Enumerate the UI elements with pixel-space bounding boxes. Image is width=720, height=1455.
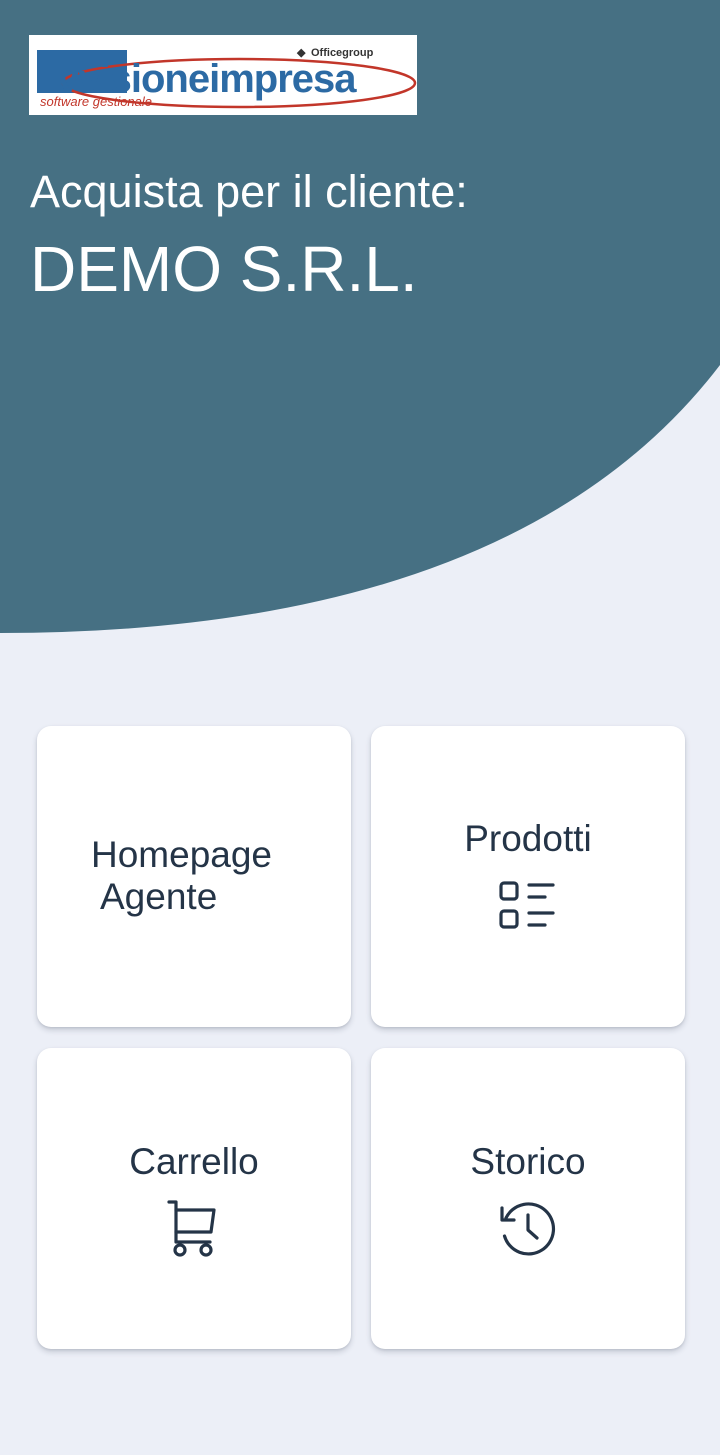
- cart-label: Carrello: [129, 1141, 259, 1182]
- products-label: Prodotti: [464, 818, 592, 859]
- homepage-label-line2: Agente: [100, 876, 218, 917]
- history-icon: [498, 1200, 558, 1260]
- app-screen: ◆ Officegroup vvisioneimpresa software g…: [0, 0, 720, 1455]
- homepage-agent-label: Homepage Agente: [91, 834, 272, 918]
- homepage-label-line1: Homepage: [91, 834, 273, 875]
- history-label: Storico: [470, 1141, 586, 1182]
- history-tile[interactable]: Storico: [371, 1048, 685, 1349]
- customer-name: DEMO S.R.L.: [30, 233, 418, 305]
- cart-tile[interactable]: Carrello: [37, 1048, 351, 1349]
- buy-for-customer-label: Acquista per il cliente:: [30, 166, 468, 217]
- logo-tagline: software gestionale: [40, 94, 152, 109]
- homepage-agent-tile[interactable]: Homepage Agente: [37, 726, 351, 1027]
- products-tile[interactable]: Prodotti: [371, 726, 685, 1027]
- cart-icon: [166, 1198, 222, 1258]
- company-logo: ◆ Officegroup vvisioneimpresa software g…: [29, 35, 417, 115]
- list-icon: [498, 880, 558, 932]
